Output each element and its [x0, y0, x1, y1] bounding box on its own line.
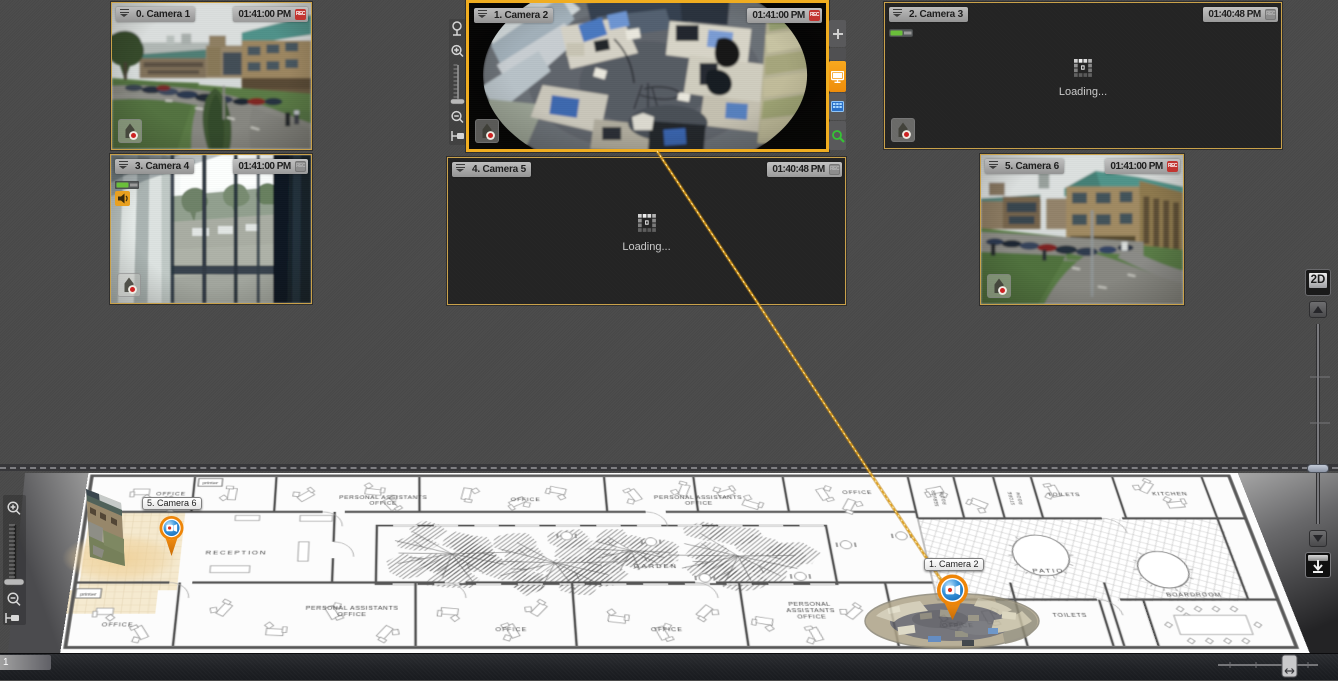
svg-text:ASSISTANTS: ASSISTANTS [786, 608, 836, 614]
svg-text:OFFICE: OFFICE [842, 490, 873, 495]
svg-text:ROOM: ROOM [1014, 492, 1024, 504]
svg-text:printer: printer [80, 592, 98, 597]
svg-text:OFFICE: OFFICE [369, 501, 397, 506]
svg-text:OFFICE: OFFICE [651, 627, 683, 633]
svg-text:OFFICE: OFFICE [511, 498, 541, 503]
svg-text:OFFICE: OFFICE [496, 627, 528, 633]
svg-text:PERSONAL: PERSONAL [788, 602, 831, 608]
svg-text:TOILETS: TOILETS [1047, 493, 1081, 498]
svg-text:PATIO: PATIO [1032, 569, 1065, 575]
svg-text:printer: printer [202, 481, 219, 485]
svg-text:RECEPTION: RECEPTION [205, 551, 267, 557]
svg-text:OFFICE: OFFICE [337, 612, 366, 618]
svg-text:PERSONAL ASSISTANTS: PERSONAL ASSISTANTS [306, 606, 399, 612]
svg-text:GARDEN: GARDEN [633, 564, 678, 570]
svg-text:OFFICE: OFFICE [942, 623, 975, 629]
svg-text:PERSONAL ASSISTANTS: PERSONAL ASSISTANTS [654, 495, 743, 500]
svg-text:OFFICE: OFFICE [101, 622, 133, 628]
svg-text:TOILETS: TOILETS [1052, 613, 1088, 619]
svg-text:PERSONAL ASSISTANTS: PERSONAL ASSISTANTS [339, 495, 427, 500]
svg-text:OFFICE: OFFICE [685, 501, 713, 506]
svg-text:OFFICE: OFFICE [797, 615, 827, 621]
svg-text:KITCHEN: KITCHEN [1152, 492, 1189, 497]
svg-text:BOARDROOM: BOARDROOM [1166, 593, 1223, 599]
